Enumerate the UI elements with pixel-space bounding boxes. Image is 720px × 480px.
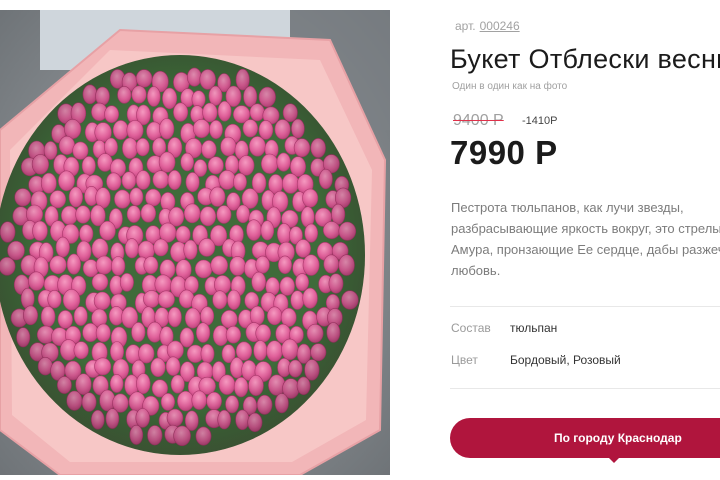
composition-value: тюльпан: [510, 321, 558, 335]
product-title: Букет Отблески весны: [450, 44, 720, 74]
divider: [450, 388, 720, 389]
discount-amount: -1410Р: [522, 115, 558, 127]
article-number[interactable]: 000246: [480, 19, 520, 33]
color-label: Цвет: [451, 353, 478, 367]
delivery-city-button[interactable]: По городу Краснодар: [450, 418, 720, 458]
color-value: Бордовый, Розовый: [510, 353, 621, 367]
composition-label: Состав: [451, 321, 491, 335]
divider: [450, 306, 720, 307]
product-subtitle: Один в один как на фото: [452, 81, 568, 92]
product-info: арт. 000246 Букет Отблески весны Один в о…: [450, 0, 720, 480]
article-label: арт.: [455, 19, 476, 33]
current-price: 7990 Р: [450, 134, 558, 171]
button-pointer: [607, 456, 621, 463]
bouquet-image: [0, 10, 390, 475]
article-line: арт. 000246: [455, 19, 520, 33]
product-photo[interactable]: [0, 10, 390, 475]
product-description: Пестрота тюльпанов, как лучи звезды, раз…: [451, 200, 720, 278]
old-price: 9400 Р: [453, 112, 504, 129]
